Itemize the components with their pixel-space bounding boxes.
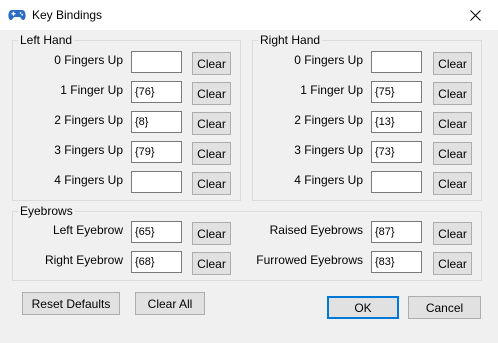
furrowed-eyebrows-label: Furrowed Eyebrows [256, 253, 363, 267]
gamepad-icon [8, 10, 26, 21]
left-eyebrow-input[interactable] [131, 221, 182, 243]
clear-all-button[interactable]: Clear All [135, 292, 205, 315]
left-row-3-input[interactable] [131, 141, 182, 163]
left-row-0-label: 0 Fingers Up [54, 53, 123, 67]
left-row-3-label: 3 Fingers Up [54, 143, 123, 157]
left-row-2-input[interactable] [131, 111, 182, 133]
left-row-1-clear-button[interactable]: Clear [192, 82, 231, 105]
left-row-0-clear-button[interactable]: Clear [192, 52, 231, 75]
reset-defaults-button[interactable]: Reset Defaults [22, 292, 120, 315]
right-row-0-clear-button[interactable]: Clear [433, 52, 472, 75]
right-eyebrow-label: Right Eyebrow [44, 253, 123, 267]
left-row-1-input[interactable] [131, 81, 182, 103]
left-hand-title: Left Hand [18, 32, 75, 48]
left-row-0-input[interactable] [131, 51, 182, 73]
right-eyebrow-input[interactable] [131, 251, 182, 273]
raised-eyebrows-input[interactable] [371, 221, 422, 243]
left-row-4-input[interactable] [131, 171, 182, 193]
close-button[interactable] [452, 0, 498, 30]
close-icon [469, 9, 481, 21]
cancel-button[interactable]: Cancel [408, 296, 481, 319]
right-row-4-label: 4 Fingers Up [294, 173, 363, 187]
left-row-4-label: 4 Fingers Up [54, 173, 123, 187]
right-row-1-clear-button[interactable]: Clear [433, 82, 472, 105]
right-row-3-input[interactable] [371, 141, 422, 163]
furrowed-eyebrows-input[interactable] [371, 251, 422, 273]
right-row-2-clear-button[interactable]: Clear [433, 112, 472, 135]
right-row-0-input[interactable] [371, 51, 422, 73]
right-row-2-input[interactable] [371, 111, 422, 133]
right-row-4-clear-button[interactable]: Clear [433, 172, 472, 195]
right-row-1-input[interactable] [371, 81, 422, 103]
right-eyebrow-clear-button[interactable]: Clear [192, 252, 231, 275]
eyebrows-title: Eyebrows [18, 203, 75, 219]
window-title: Key Bindings [32, 8, 103, 22]
left-row-4-clear-button[interactable]: Clear [192, 172, 231, 195]
raised-eyebrows-clear-button[interactable]: Clear [433, 222, 472, 245]
title-bar: Key Bindings [0, 0, 498, 30]
left-row-3-clear-button[interactable]: Clear [192, 142, 231, 165]
right-row-3-label: 3 Fingers Up [294, 143, 363, 157]
left-row-1-label: 1 Finger Up [60, 83, 123, 97]
raised-eyebrows-label: Raised Eyebrows [269, 223, 363, 237]
ok-button[interactable]: OK [327, 296, 399, 319]
right-row-3-clear-button[interactable]: Clear [433, 142, 472, 165]
right-row-1-label: 1 Finger Up [300, 83, 363, 97]
furrowed-eyebrows-clear-button[interactable]: Clear [433, 252, 472, 275]
right-row-0-label: 0 Fingers Up [294, 53, 363, 67]
left-eyebrow-clear-button[interactable]: Clear [192, 222, 231, 245]
left-row-2-label: 2 Fingers Up [54, 113, 123, 127]
right-hand-title: Right Hand [258, 32, 323, 48]
left-eyebrow-label: Left Eyebrow [52, 223, 123, 237]
left-row-2-clear-button[interactable]: Clear [192, 112, 231, 135]
right-row-2-label: 2 Fingers Up [294, 113, 363, 127]
right-row-4-input[interactable] [371, 171, 422, 193]
